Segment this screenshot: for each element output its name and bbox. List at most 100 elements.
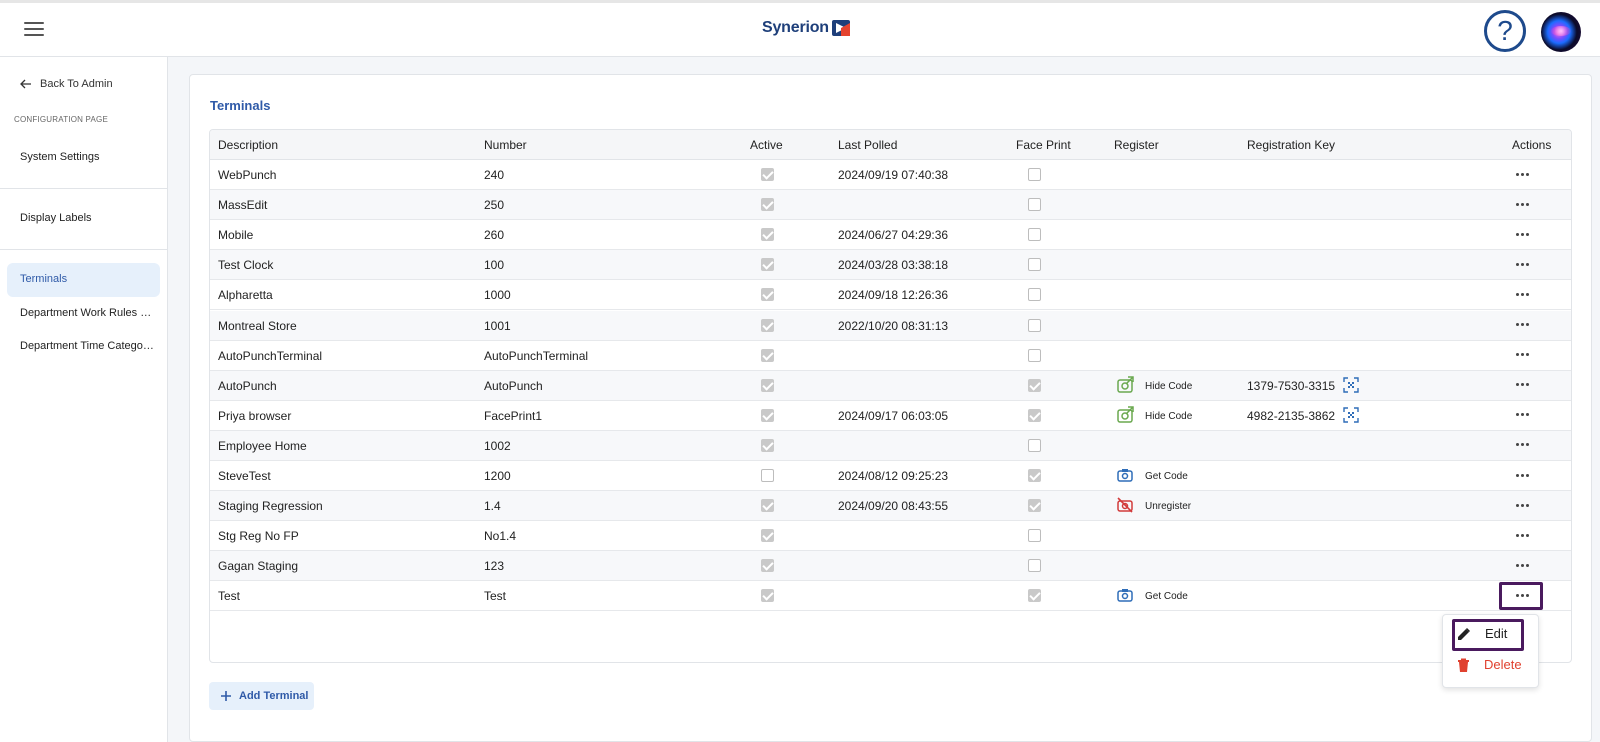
highlight-actions-box: [1499, 582, 1543, 610]
face-print-checkbox[interactable]: [1028, 529, 1041, 543]
active-checkbox[interactable]: [761, 438, 774, 452]
more-actions-icon[interactable]: [1512, 499, 1532, 511]
cell-number: 240: [484, 168, 505, 182]
cell-number: 123: [484, 559, 505, 574]
cell-description: AutoPunchTerminal: [218, 348, 323, 363]
more-actions-icon[interactable]: [1512, 409, 1532, 421]
table-row: SteveTest 1200 2024/08/12 09:25:23 Get Code: [210, 461, 1571, 491]
face-print-checkbox[interactable]: [1028, 559, 1041, 573]
menu-icon[interactable]: [24, 22, 44, 38]
sidebar-item-department-time-category[interactable]: Department Time Category ...: [20, 340, 155, 352]
more-actions-icon[interactable]: [1512, 559, 1532, 571]
column-header-registration-key[interactable]: Registration Key: [1247, 138, 1335, 152]
column-header-last-polled[interactable]: Last Polled: [838, 138, 897, 152]
sidebar-item-terminals[interactable]: Terminals: [20, 273, 155, 285]
top-header: Synerion ?: [0, 0, 1600, 57]
column-header-register[interactable]: Register: [1114, 138, 1159, 152]
cell-last-polled: 2022/10/20 08:31:13: [838, 318, 949, 333]
face-print-checkbox[interactable]: [1028, 589, 1041, 603]
more-actions-icon[interactable]: [1512, 439, 1532, 451]
sidebar-item-department-work-rules[interactable]: Department Work Rules Filt...: [20, 307, 155, 319]
add-terminal-button[interactable]: Add Terminal: [209, 682, 314, 710]
face-print-checkbox[interactable]: [1028, 469, 1041, 482]
hide-code-icon[interactable]: [1116, 375, 1134, 394]
active-checkbox[interactable]: [761, 198, 774, 212]
more-actions-icon[interactable]: [1512, 379, 1532, 391]
trash-icon: [1458, 658, 1469, 672]
cell-last-polled: 2024/09/20 08:43:55: [838, 499, 949, 514]
cell-number: 1000: [484, 288, 511, 303]
sidebar-item-system-settings[interactable]: System Settings: [20, 151, 155, 163]
more-actions-icon[interactable]: [1512, 349, 1532, 361]
face-print-checkbox[interactable]: [1028, 228, 1041, 242]
avatar[interactable]: [1541, 12, 1581, 52]
register-action-label[interactable]: Unregister: [1145, 501, 1191, 512]
active-checkbox[interactable]: [761, 288, 774, 302]
active-checkbox[interactable]: [761, 408, 774, 422]
sidebar-item-display-labels[interactable]: Display Labels: [20, 212, 155, 224]
more-actions-icon[interactable]: [1512, 258, 1532, 270]
more-actions-icon[interactable]: [1512, 168, 1532, 180]
cell-description: Mobile: [218, 228, 254, 243]
more-actions-icon[interactable]: [1512, 469, 1532, 481]
active-checkbox[interactable]: [761, 168, 774, 181]
more-actions-icon[interactable]: [1512, 319, 1532, 331]
active-checkbox[interactable]: [761, 589, 774, 603]
table-row: Staging Regression 1.4 2024/09/20 08:43:55…: [210, 491, 1571, 522]
face-print-checkbox[interactable]: [1028, 198, 1041, 212]
active-checkbox[interactable]: [761, 258, 774, 272]
face-print-checkbox[interactable]: [1028, 408, 1041, 422]
face-print-checkbox[interactable]: [1028, 168, 1041, 181]
register-action-label[interactable]: Hide Code: [1145, 411, 1192, 422]
active-checkbox[interactable]: [761, 318, 774, 332]
more-actions-icon[interactable]: [1512, 198, 1532, 210]
active-checkbox[interactable]: [761, 469, 774, 482]
face-print-checkbox[interactable]: [1028, 258, 1041, 272]
table-row: Stg Reg No FP No1.4: [210, 521, 1571, 552]
table-row: WebPunch 240 2024/09/19 07:40:38: [210, 160, 1571, 190]
table-row: Priya browser FacePrint1 2024/09/17 06:03:…: [210, 401, 1571, 431]
cell-last-polled: 2024/08/12 09:25:23: [838, 469, 949, 483]
terminals-card: Terminals Description Number Active Last…: [189, 74, 1592, 742]
register-action-label[interactable]: Get Code: [1145, 471, 1188, 482]
column-header-active[interactable]: Active: [750, 138, 783, 152]
face-print-checkbox[interactable]: [1028, 378, 1041, 392]
delete-menu-item[interactable]: Delete: [1457, 657, 1522, 672]
cell-description: Employee Home: [218, 438, 307, 453]
cell-description: AutoPunch: [218, 378, 277, 393]
camera-off-icon[interactable]: [1116, 496, 1134, 514]
more-actions-icon[interactable]: [1512, 228, 1532, 240]
active-checkbox[interactable]: [761, 378, 774, 392]
active-checkbox[interactable]: [761, 499, 774, 513]
register-action-label[interactable]: Hide Code: [1145, 381, 1192, 392]
face-print-checkbox[interactable]: [1028, 288, 1041, 302]
table-row: Mobile 260 2024/06/27 04:29:36: [210, 220, 1571, 251]
column-header-description[interactable]: Description: [218, 138, 278, 152]
cell-description: MassEdit: [218, 198, 268, 213]
hide-code-icon[interactable]: [1116, 406, 1134, 424]
column-header-face-print[interactable]: Face Print: [1016, 138, 1071, 152]
table-row: Gagan Staging 123: [210, 551, 1571, 582]
face-print-checkbox[interactable]: [1028, 438, 1041, 452]
help-button[interactable]: ?: [1484, 10, 1526, 52]
cell-description: Priya browser: [218, 408, 292, 423]
active-checkbox[interactable]: [761, 559, 774, 573]
active-checkbox[interactable]: [761, 529, 774, 543]
qr-code-icon[interactable]: [1343, 407, 1359, 423]
register-action-label[interactable]: Get Code: [1145, 591, 1188, 602]
cell-registration-key: 4982-2135-3862: [1247, 408, 1336, 423]
more-actions-icon[interactable]: [1512, 288, 1532, 300]
camera-icon[interactable]: [1116, 466, 1134, 484]
camera-icon[interactable]: [1116, 586, 1134, 604]
back-to-admin-link[interactable]: Back To Admin: [20, 78, 113, 90]
face-print-checkbox[interactable]: [1028, 318, 1041, 332]
face-print-checkbox[interactable]: [1028, 348, 1041, 362]
active-checkbox[interactable]: [761, 228, 774, 242]
face-print-checkbox[interactable]: [1028, 499, 1041, 513]
more-actions-icon[interactable]: [1512, 529, 1532, 541]
cell-number: No1.4: [484, 529, 517, 544]
active-checkbox[interactable]: [761, 348, 774, 362]
cell-last-polled: 2024/06/27 04:29:36: [838, 228, 949, 243]
qr-code-icon[interactable]: [1343, 376, 1359, 393]
column-header-number[interactable]: Number: [484, 138, 527, 152]
